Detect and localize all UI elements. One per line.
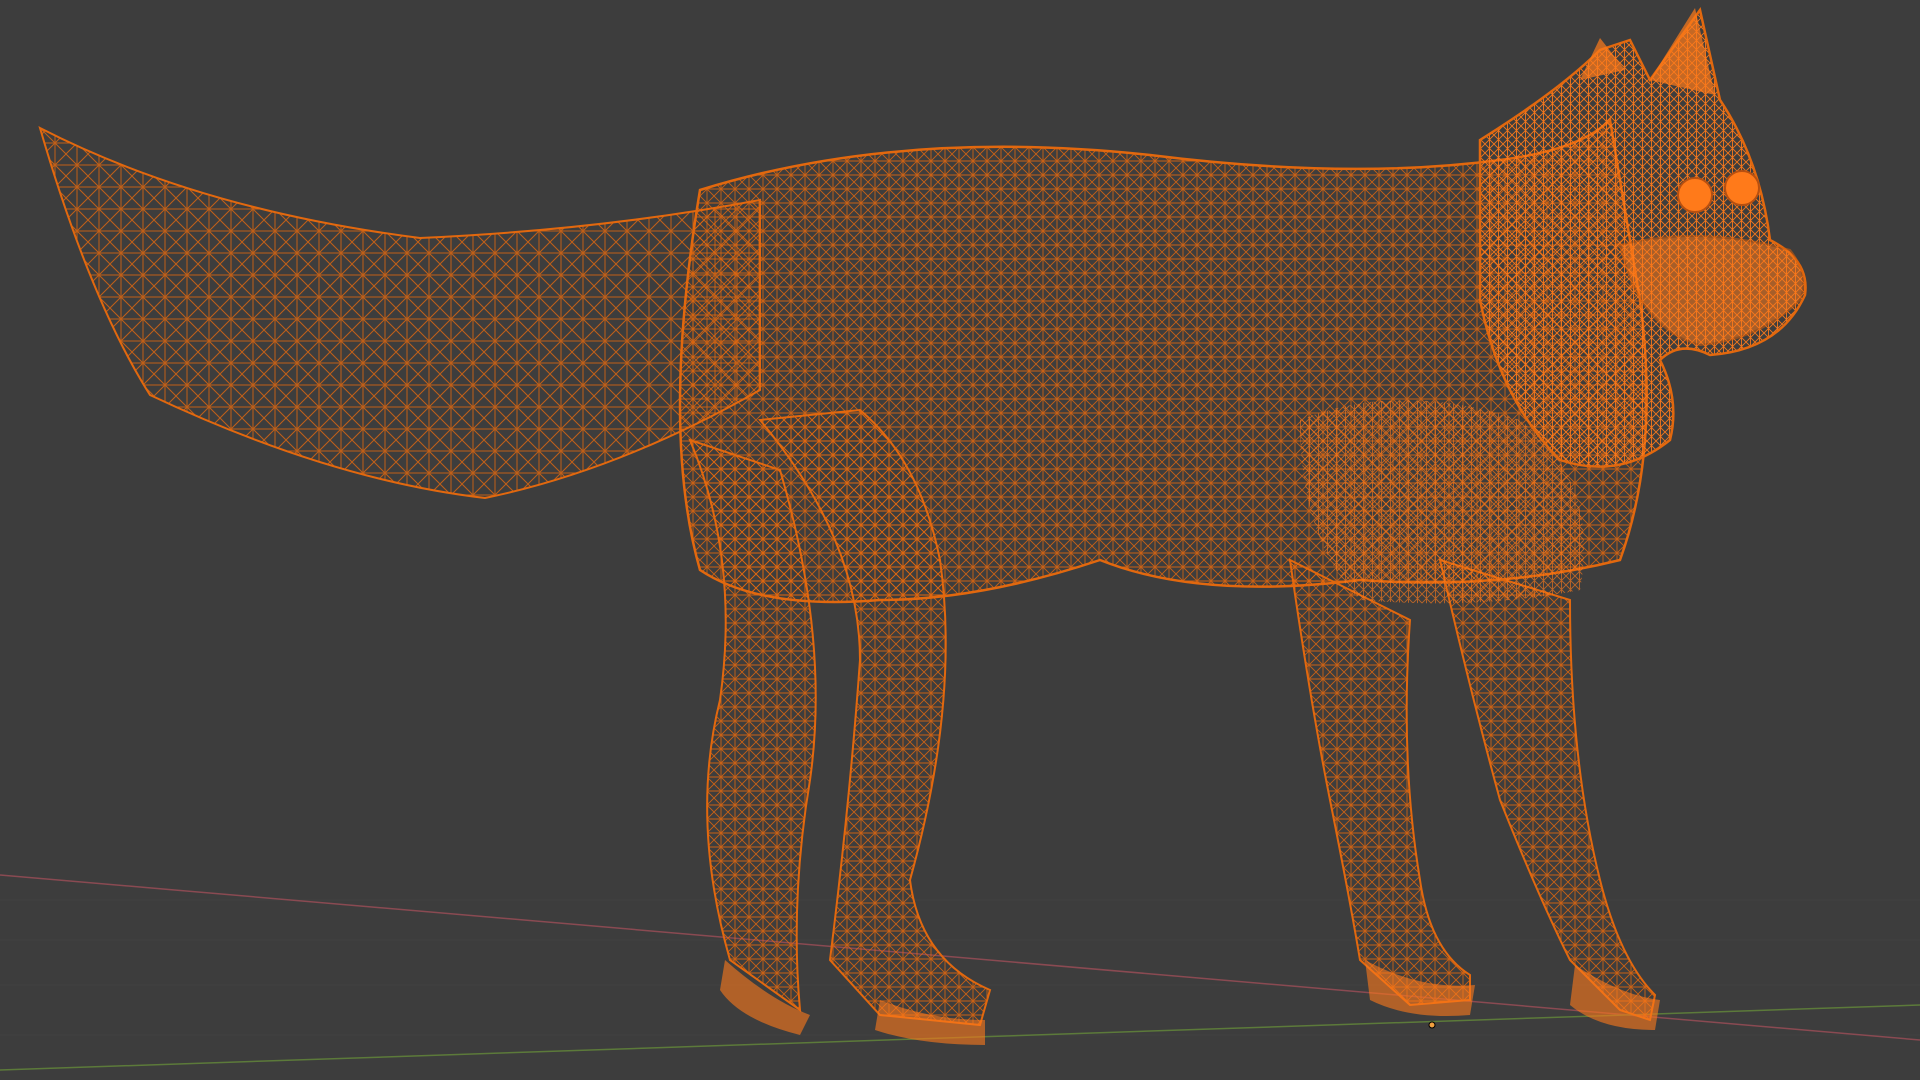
3d-viewport[interactable] xyxy=(0,0,1920,1080)
wolf-eye-right xyxy=(1724,170,1760,206)
wolf-foreleg-front[interactable] xyxy=(1438,558,1657,1022)
origin-marker[interactable] xyxy=(1428,1021,1436,1029)
viewport-canvas[interactable] xyxy=(0,0,1920,1080)
wolf-mesh-object[interactable] xyxy=(38,6,1807,1045)
wolf-foreleg-back[interactable] xyxy=(1288,558,1471,1007)
wolf-head[interactable] xyxy=(1478,6,1807,468)
wolf-eye-left xyxy=(1677,177,1713,213)
wolf-tail[interactable] xyxy=(38,126,761,500)
